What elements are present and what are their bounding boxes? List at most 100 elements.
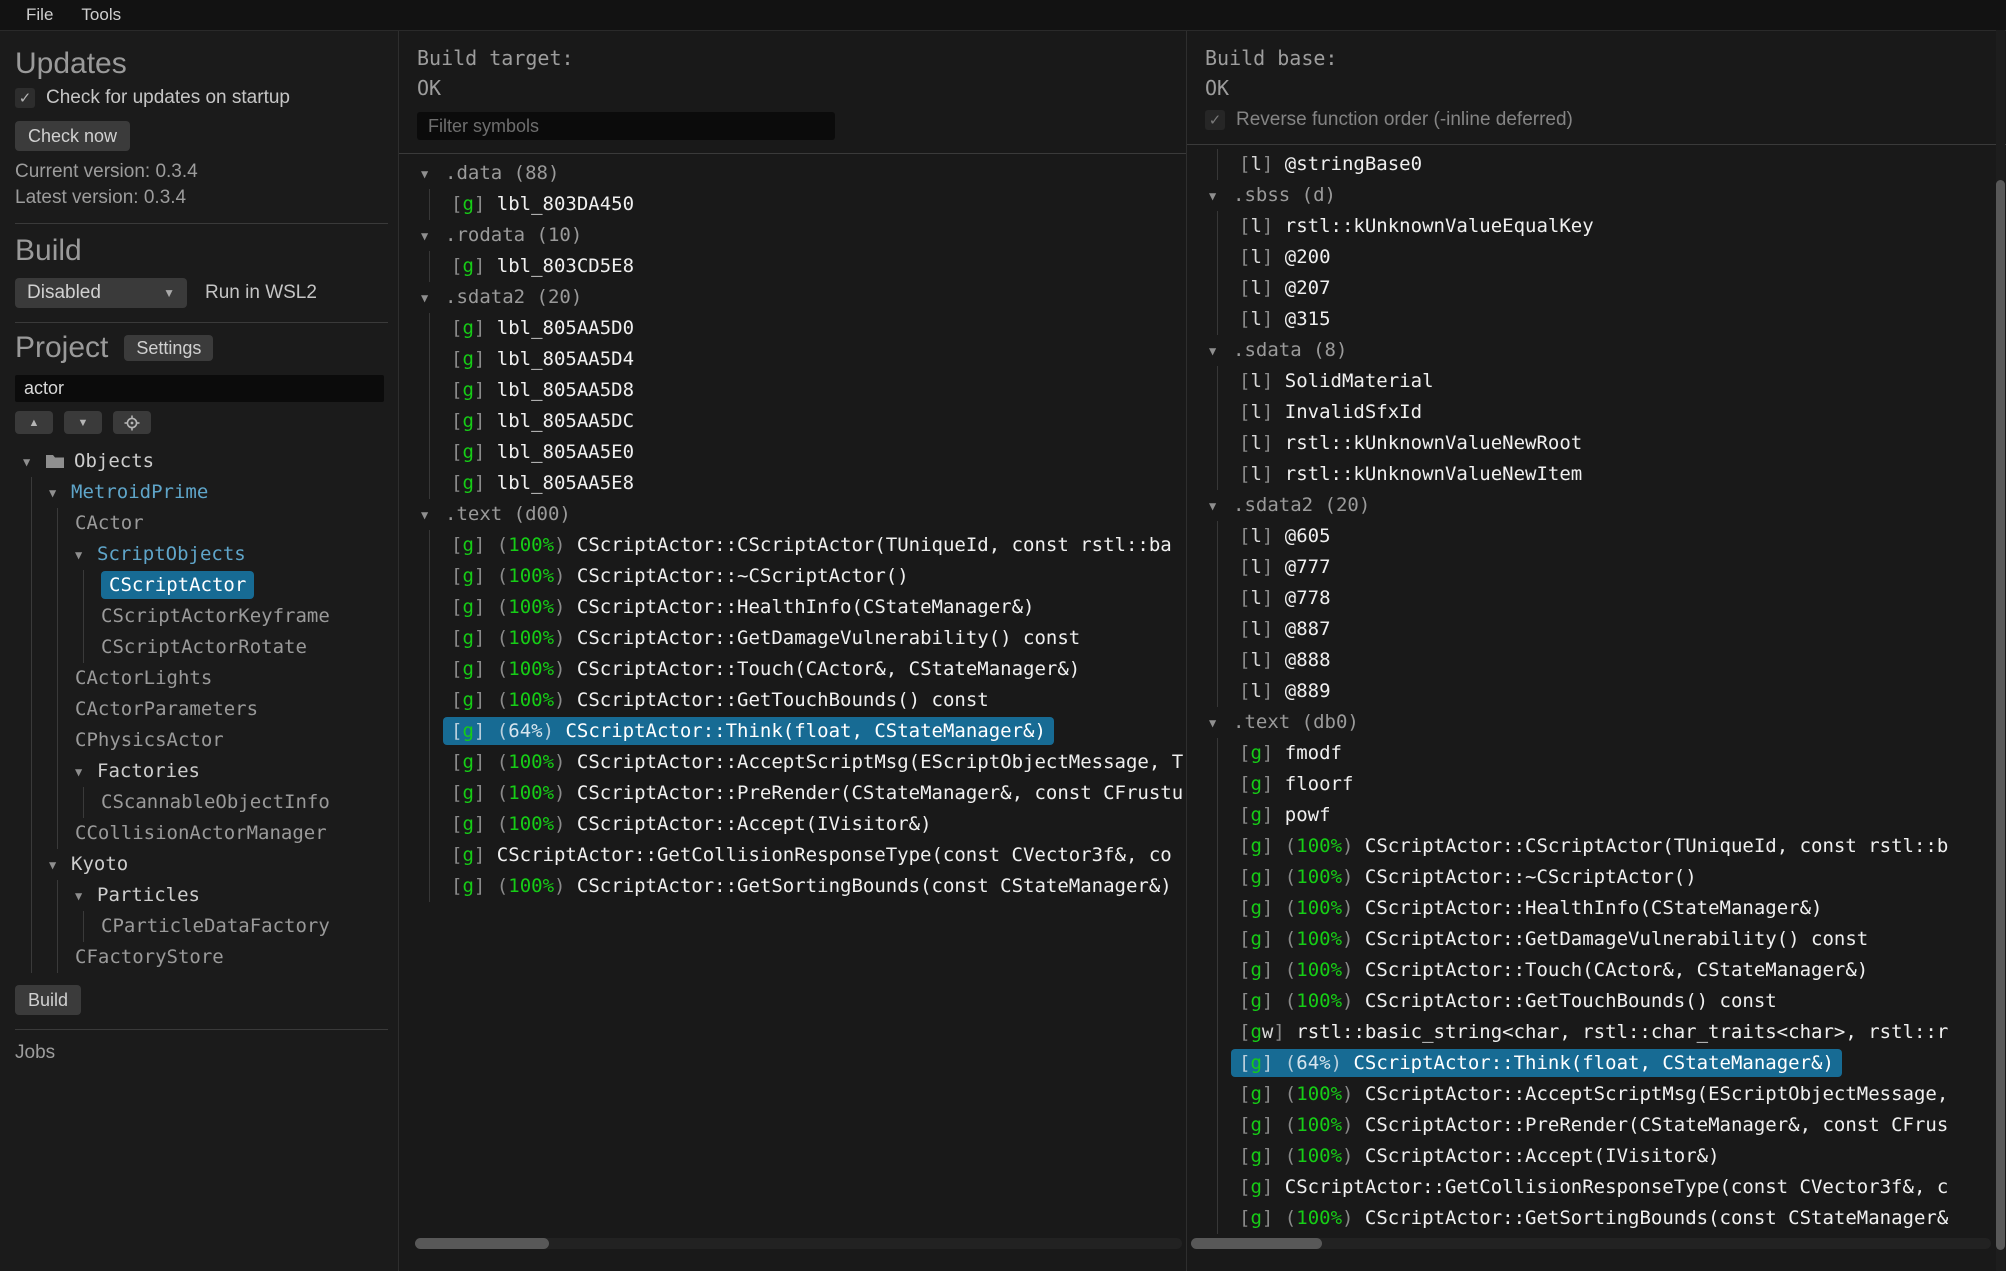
symbol-row[interactable]: [l] rstl::kUnknownValueNewRoot (1205, 428, 2006, 459)
symbol-row[interactable]: [l] @889 (1205, 676, 2006, 707)
symbol-row[interactable]: [g] (100%) CScriptActor::~CScriptActor() (417, 561, 1186, 592)
section-header[interactable]: ▼.text (db0) (1205, 707, 2006, 738)
menu-item-file[interactable]: File (12, 3, 67, 27)
chevron-down-icon[interactable]: ▼ (1209, 491, 1233, 522)
symbol-row[interactable]: [l] @stringBase0 (1205, 149, 2006, 180)
section-header[interactable]: ▼.sdata2 (20) (1205, 490, 2006, 521)
symbol-row[interactable]: [l] @777 (1205, 552, 2006, 583)
tree-item[interactable]: CActorLights (15, 663, 388, 694)
checkbox-checked-icon[interactable]: ✓ (1205, 110, 1225, 130)
tree-item[interactable]: CScriptActorKeyframe (15, 601, 388, 632)
tree-item[interactable]: CFactoryStore (15, 942, 388, 973)
vertical-scrollbar-thumb[interactable] (1996, 180, 2005, 1250)
tree-item[interactable]: CPhysicsActor (15, 725, 388, 756)
symbol-row[interactable]: [gw] rstl::basic_string<char, rstl::char… (1205, 1017, 2006, 1048)
symbol-row[interactable]: [g] powf (1205, 800, 2006, 831)
symbol-row[interactable]: [g] (100%) CScriptActor::~CScriptActor() (1205, 862, 2006, 893)
check-now-button[interactable]: Check now (15, 121, 130, 151)
symbol-row[interactable]: [g] (100%) CScriptActor::AcceptScriptMsg… (417, 747, 1186, 778)
symbol-row[interactable]: [g] (100%) CScriptActor::Accept(IVisitor… (1205, 1141, 2006, 1172)
symbol-row[interactable]: [l] @605 (1205, 521, 2006, 552)
menu-item-tools[interactable]: Tools (67, 3, 135, 27)
chevron-down-icon[interactable]: ▼ (49, 850, 71, 881)
symbol-row[interactable]: [g] lbl_803CD5E8 (417, 251, 1186, 282)
symbol-row[interactable]: [g] (100%) CScriptActor::CScriptActor(TU… (417, 530, 1186, 561)
vertical-scrollbar[interactable] (1996, 30, 2005, 1271)
symbol-row[interactable]: [g] (100%) CScriptActor::Accept(IVisitor… (417, 809, 1186, 840)
tree-item[interactable]: CScriptActor (15, 570, 388, 601)
symbol-row[interactable]: [g] lbl_805AA5E0 (417, 437, 1186, 468)
section-header[interactable]: ▼.rodata (10) (417, 220, 1186, 251)
symbol-row[interactable]: [l] @888 (1205, 645, 2006, 676)
build-button[interactable]: Build (15, 985, 81, 1015)
tree-item[interactable]: ▼Factories (15, 756, 388, 787)
tree-item[interactable]: CParticleDataFactory (15, 911, 388, 942)
chevron-down-icon[interactable]: ▼ (75, 757, 97, 788)
section-header[interactable]: ▼.sbss (d) (1205, 180, 2006, 211)
symbol-row[interactable]: [g] (64%) CScriptActor::Think(float, CSt… (417, 716, 1186, 747)
reverse-order-checkbox-row[interactable]: ✓ Reverse function order (-inline deferr… (1205, 109, 1988, 131)
chevron-down-icon[interactable]: ▼ (49, 478, 71, 509)
symbol-row[interactable]: [l] SolidMaterial (1205, 366, 2006, 397)
tree-item[interactable]: ▼MetroidPrime (15, 477, 388, 508)
search-next-button[interactable]: ▼ (64, 411, 102, 434)
symbol-row[interactable]: [g] lbl_805AA5D0 (417, 313, 1186, 344)
symbol-row[interactable]: [g] CScriptActor::GetCollisionResponseTy… (1205, 1172, 2006, 1203)
symbol-row[interactable]: [g] (100%) CScriptActor::PreRender(CStat… (1205, 1110, 2006, 1141)
symbol-row[interactable]: [g] (100%) CScriptActor::GetTouchBounds(… (1205, 986, 2006, 1017)
target-horizontal-scrollbar-thumb[interactable] (415, 1238, 549, 1249)
symbol-row[interactable]: [g] CScriptActor::GetCollisionResponseTy… (417, 840, 1186, 871)
symbol-row[interactable]: [g] floorf (1205, 769, 2006, 800)
symbol-row[interactable]: [g] (100%) CScriptActor::GetDamageVulner… (1205, 924, 2006, 955)
chevron-down-icon[interactable]: ▼ (421, 159, 445, 190)
symbol-row[interactable]: [g] (100%) CScriptActor::HealthInfo(CSta… (417, 592, 1186, 623)
chevron-down-icon[interactable]: ▼ (421, 500, 445, 531)
project-search-input[interactable] (15, 375, 384, 402)
target-horizontal-scrollbar[interactable] (415, 1238, 1182, 1249)
symbol-row[interactable]: [l] @315 (1205, 304, 2006, 335)
symbol-row[interactable]: [g] (100%) CScriptActor::AcceptScriptMsg… (1205, 1079, 2006, 1110)
symbol-row[interactable]: [g] lbl_805AA5DC (417, 406, 1186, 437)
chevron-down-icon[interactable]: ▼ (421, 283, 445, 314)
symbol-row[interactable]: [g] (100%) CScriptActor::Touch(CActor&, … (1205, 955, 2006, 986)
tree-item[interactable]: CActor (15, 508, 388, 539)
section-header[interactable]: ▼.data (88) (417, 158, 1186, 189)
chevron-down-icon[interactable]: ▼ (23, 447, 45, 478)
symbol-row[interactable]: [l] @207 (1205, 273, 2006, 304)
symbol-row[interactable]: [l] @778 (1205, 583, 2006, 614)
chevron-down-icon[interactable]: ▼ (75, 881, 97, 912)
tree-item[interactable]: CScriptActorRotate (15, 632, 388, 663)
chevron-down-icon[interactable]: ▼ (1209, 181, 1233, 212)
symbol-row[interactable]: [l] rstl::kUnknownValueEqualKey (1205, 211, 2006, 242)
tree-item[interactable]: ▼ScriptObjects (15, 539, 388, 570)
symbol-row[interactable]: [l] InvalidSfxId (1205, 397, 2006, 428)
symbol-row[interactable]: [g] (100%) CScriptActor::Touch(CActor&, … (417, 654, 1186, 685)
search-prev-button[interactable]: ▲ (15, 411, 53, 434)
section-header[interactable]: ▼.sdata2 (20) (417, 282, 1186, 313)
symbol-row[interactable]: [g] (100%) CScriptActor::HealthInfo(CSta… (1205, 893, 2006, 924)
chevron-down-icon[interactable]: ▼ (75, 540, 97, 571)
symbol-row[interactable]: [g] (100%) CScriptActor::CScriptActor(TU… (1205, 831, 2006, 862)
symbol-row[interactable]: [g] (64%) CScriptActor::Think(float, CSt… (1205, 1048, 2006, 1079)
checkbox-checked-icon[interactable]: ✓ (15, 88, 35, 108)
project-settings-button[interactable]: Settings (124, 335, 213, 361)
symbol-row[interactable]: [l] rstl::kUnknownValueNewItem (1205, 459, 2006, 490)
build-mode-dropdown[interactable]: Disabled ▼ (15, 278, 187, 308)
symbol-row[interactable]: [g] lbl_805AA5D4 (417, 344, 1186, 375)
section-header[interactable]: ▼.text (d00) (417, 499, 1186, 530)
section-header[interactable]: ▼.sdata (8) (1205, 335, 2006, 366)
filter-symbols-input[interactable] (417, 112, 835, 140)
tree-item[interactable]: CActorParameters (15, 694, 388, 725)
chevron-down-icon[interactable]: ▼ (1209, 336, 1233, 367)
tree-item[interactable]: CCollisionActorManager (15, 818, 388, 849)
symbol-row[interactable]: [g] (100%) CScriptActor::GetDamageVulner… (417, 623, 1186, 654)
tree-item[interactable]: ▼Objects (15, 446, 388, 477)
symbol-row[interactable]: [g] lbl_803DA450 (417, 189, 1186, 220)
base-horizontal-scrollbar-thumb[interactable] (1191, 1238, 1322, 1249)
chevron-down-icon[interactable]: ▼ (1209, 708, 1233, 739)
symbol-row[interactable]: [l] @200 (1205, 242, 2006, 273)
symbol-row[interactable]: [g] lbl_805AA5E8 (417, 468, 1186, 499)
tree-item[interactable]: ▼Kyoto (15, 849, 388, 880)
symbol-row[interactable]: [g] fmodf (1205, 738, 2006, 769)
tree-item[interactable]: ▼Particles (15, 880, 388, 911)
